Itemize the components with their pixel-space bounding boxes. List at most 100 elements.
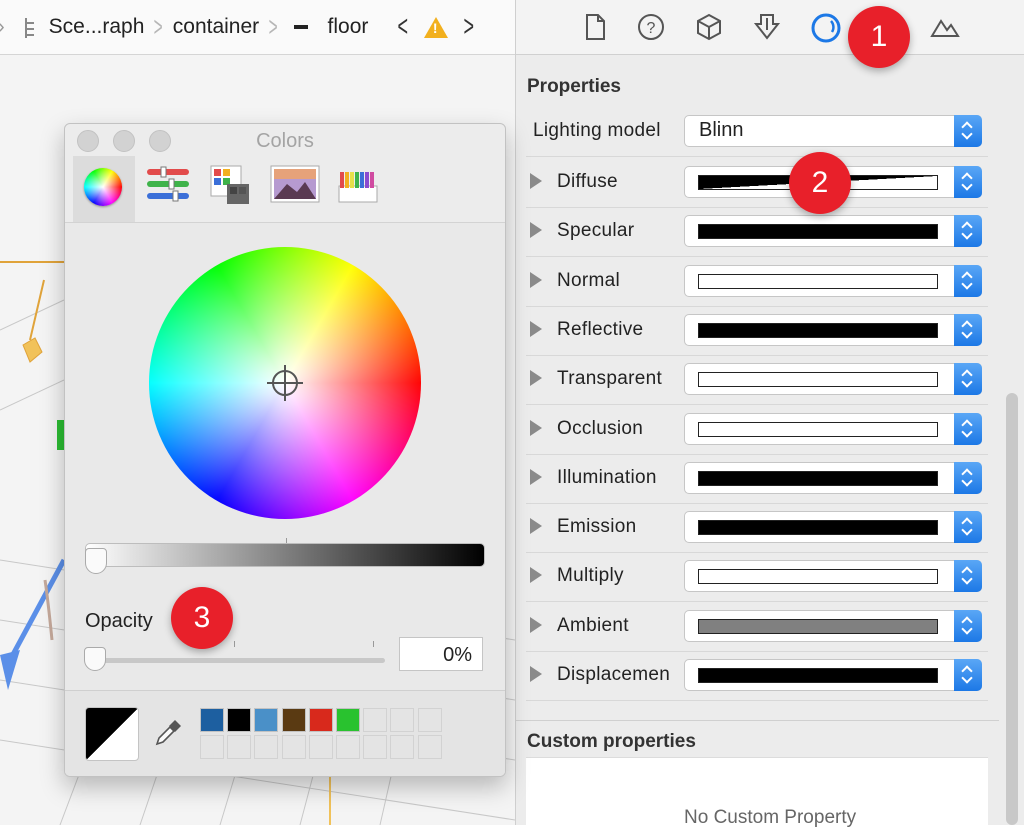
- disclosure-triangle-icon[interactable]: [530, 419, 542, 436]
- disclosure-triangle-icon[interactable]: [530, 666, 542, 682]
- slider-tick: [373, 641, 374, 647]
- property-row-occlusion: Occlusion: [526, 406, 988, 455]
- property-label: Diffuse: [557, 171, 618, 192]
- disclosure-triangle-icon[interactable]: [530, 370, 542, 387]
- disclosure-triangle-icon[interactable]: [530, 567, 542, 584]
- empty-color-swatch[interactable]: [363, 735, 388, 760]
- cube-icon[interactable]: [694, 12, 724, 42]
- lighting-model-row: Lighting model Blinn: [526, 108, 988, 157]
- property-color-popup[interactable]: [684, 659, 982, 691]
- popup-stepper-icon: [954, 609, 982, 642]
- lighting-model-value: Blinn: [699, 119, 744, 141]
- empty-color-swatch[interactable]: [336, 735, 360, 760]
- saved-color-swatch[interactable]: [336, 708, 360, 732]
- breadcrumb-item-container[interactable]: container: [173, 15, 259, 39]
- property-label: Specular: [557, 220, 635, 242]
- inspector-body: Properties Lighting model Blinn Diffuse S…: [516, 68, 999, 825]
- property-color-popup[interactable]: [684, 264, 982, 297]
- slider-tick: [286, 538, 287, 543]
- pencils-mode-icon[interactable]: [329, 156, 391, 222]
- property-row-emission: Emission: [526, 504, 988, 554]
- color-palettes-mode-icon[interactable]: [201, 156, 263, 222]
- back-arrow-icon[interactable]: <: [398, 10, 409, 44]
- empty-color-swatch[interactable]: [417, 708, 442, 732]
- warning-icon[interactable]: [423, 16, 448, 38]
- inspector-toolbar: ?: [516, 0, 1024, 55]
- empty-color-swatch[interactable]: [200, 735, 224, 760]
- opacity-label: Opacity: [85, 610, 153, 632]
- empty-color-swatch[interactable]: [390, 735, 415, 760]
- empty-color-swatch[interactable]: [281, 735, 306, 760]
- property-color-popup[interactable]: [684, 215, 982, 248]
- breadcrumb: Sce...raph > container > floor: [49, 11, 369, 43]
- step-badge-3: 3: [171, 587, 233, 649]
- opacity-slider-knob[interactable]: [84, 647, 106, 671]
- chevron-right-icon: >: [154, 11, 164, 42]
- property-color-popup[interactable]: [684, 363, 982, 396]
- saved-color-swatch[interactable]: [281, 708, 306, 732]
- popup-stepper-icon: [954, 115, 982, 147]
- saved-color-swatch[interactable]: [254, 708, 279, 732]
- file-icon[interactable]: [580, 12, 610, 42]
- colors-panel: Colors Opacity 0%: [64, 123, 506, 777]
- color-swatch: [698, 372, 938, 388]
- saved-color-swatch[interactable]: [227, 708, 252, 732]
- properties-title: Properties: [527, 76, 621, 97]
- property-label: Normal: [557, 269, 621, 291]
- lighting-model-popup[interactable]: Blinn: [684, 115, 982, 147]
- empty-color-swatch[interactable]: [254, 735, 279, 760]
- property-color-popup[interactable]: [684, 412, 982, 445]
- attributes-icon[interactable]: [752, 12, 782, 42]
- disclosure-triangle-icon[interactable]: [530, 518, 542, 535]
- color-sliders-mode-icon[interactable]: [137, 156, 199, 222]
- property-color-popup[interactable]: [684, 560, 982, 593]
- popup-stepper-icon: [954, 560, 982, 593]
- property-row-displacemen: Displacemen: [526, 652, 988, 701]
- help-icon[interactable]: ?: [636, 12, 666, 42]
- property-row-transparent: Transparent: [526, 356, 988, 406]
- disclosure-triangle-icon[interactable]: [530, 468, 542, 485]
- empty-color-swatch[interactable]: [417, 735, 442, 760]
- empty-color-swatch[interactable]: [227, 735, 252, 760]
- forward-arrow-icon[interactable]: >: [463, 10, 474, 44]
- empty-color-swatch[interactable]: [363, 708, 388, 732]
- property-color-popup[interactable]: [684, 461, 982, 494]
- breadcrumb-item-floor[interactable]: floor: [328, 15, 369, 39]
- property-color-popup[interactable]: [684, 609, 982, 642]
- empty-color-swatch[interactable]: [390, 708, 415, 732]
- property-label: Transparent: [557, 368, 663, 390]
- popup-stepper-icon: [954, 412, 982, 445]
- disclosure-triangle-icon[interactable]: [530, 222, 542, 239]
- eyedropper-icon[interactable]: [153, 718, 183, 748]
- breadcrumb-item-scenegraph[interactable]: Sce...raph: [49, 15, 145, 39]
- current-color-well[interactable]: [85, 707, 139, 761]
- opacity-slider[interactable]: [95, 658, 385, 663]
- saved-color-swatch[interactable]: [200, 708, 224, 732]
- crosshair-icon[interactable]: [267, 365, 303, 401]
- property-row-specular: Specular: [526, 208, 988, 258]
- color-swatch: [698, 224, 938, 240]
- image-palettes-mode-icon[interactable]: [265, 156, 327, 222]
- property-color-popup[interactable]: [684, 313, 982, 346]
- color-swatch: [698, 668, 938, 683]
- disclosure-triangle-icon[interactable]: [530, 271, 542, 288]
- opacity-field[interactable]: 0%: [399, 637, 483, 671]
- color-swatch: [698, 470, 938, 486]
- popup-stepper-icon: [954, 264, 982, 297]
- property-color-popup[interactable]: [684, 511, 982, 544]
- divider: [516, 720, 999, 721]
- brightness-slider-knob[interactable]: [85, 548, 107, 574]
- material-icon[interactable]: [810, 12, 841, 43]
- saved-color-swatch[interactable]: [308, 708, 333, 732]
- disclosure-triangle-icon[interactable]: [530, 320, 542, 337]
- scrollbar-thumb[interactable]: [1006, 393, 1018, 825]
- scene-mountain-icon[interactable]: [930, 12, 960, 42]
- property-label: Displacemen: [557, 664, 671, 685]
- color-wheel-mode-icon[interactable]: [73, 156, 135, 222]
- disclosure-triangle-icon[interactable]: [530, 616, 542, 633]
- brightness-slider[interactable]: [85, 543, 485, 567]
- empty-color-swatch[interactable]: [308, 735, 333, 760]
- color-swatch: [698, 273, 938, 289]
- color-mode-tabs: [65, 156, 505, 222]
- disclosure-triangle-icon[interactable]: [530, 173, 542, 189]
